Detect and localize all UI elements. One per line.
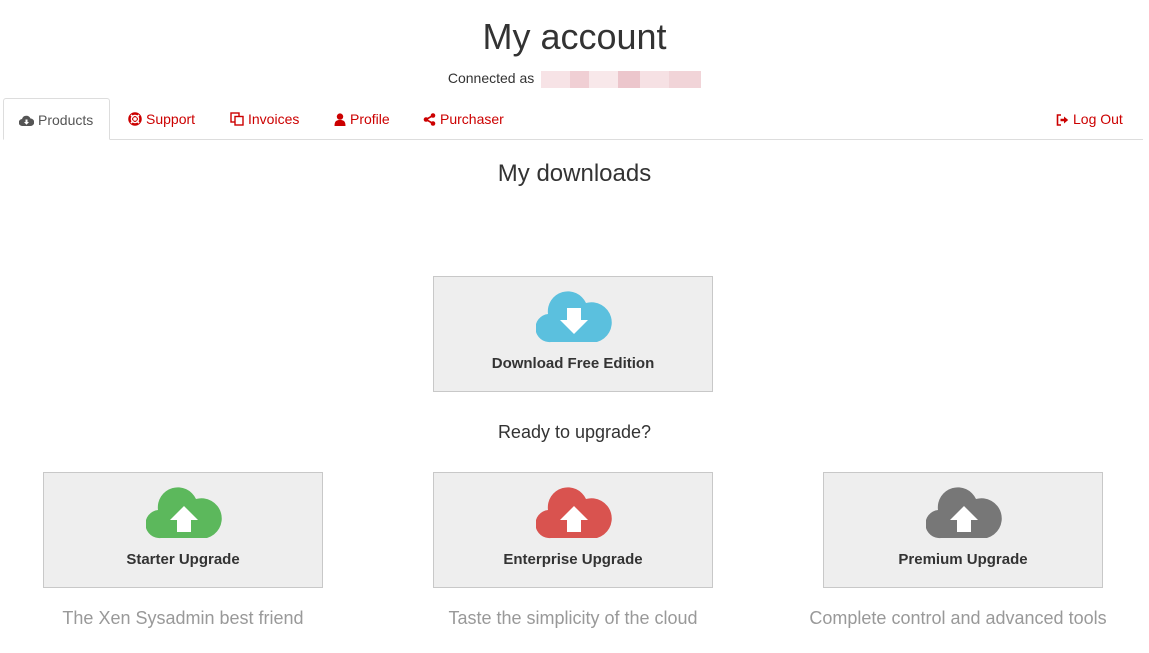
premium-tagline: Complete control and advanced tools: [809, 608, 1107, 628]
cloud-download-icon: [536, 291, 612, 343]
starter-upgrade-button[interactable]: Starter Upgrade: [43, 472, 323, 588]
tab-bar: Products Support Invoices Profile Purcha…: [3, 98, 1143, 140]
user-icon: [334, 113, 346, 126]
tab-products[interactable]: Products: [3, 98, 110, 140]
redacted-username: [541, 70, 702, 88]
tab-products-label: Products: [38, 112, 94, 128]
enterprise-tagline: Taste the simplicity of the cloud: [448, 608, 698, 628]
sign-out-icon: [1056, 114, 1069, 126]
tab-support[interactable]: Support: [128, 98, 195, 140]
enterprise-upgrade-label: Enterprise Upgrade: [503, 551, 643, 568]
life-ring-icon: [128, 112, 142, 126]
page-title: My account: [482, 16, 667, 57]
starter-upgrade-label: Starter Upgrade: [126, 551, 240, 568]
connected-as: Connected as: [0, 70, 1149, 88]
cloud-upload-icon: [146, 487, 222, 539]
share-icon: [423, 113, 436, 126]
premium-upgrade-label: Premium Upgrade: [898, 551, 1028, 568]
cloud-upload-icon: [926, 487, 1002, 539]
connected-as-label: Connected as: [447, 70, 535, 86]
premium-upgrade-button[interactable]: Premium Upgrade: [823, 472, 1103, 588]
cloud-download-icon: [18, 115, 35, 127]
tab-support-label: Support: [146, 111, 196, 127]
enterprise-upgrade-button[interactable]: Enterprise Upgrade: [433, 472, 713, 588]
copy-icon: [230, 112, 244, 126]
tab-invoices[interactable]: Invoices: [230, 98, 299, 140]
tab-log-out-label: Log Out: [1073, 111, 1123, 127]
section-title: My downloads: [497, 160, 652, 187]
tab-purchaser[interactable]: Purchaser: [423, 98, 504, 140]
upgrade-heading: Ready to upgrade?: [497, 422, 652, 442]
tab-profile-label: Profile: [350, 111, 390, 127]
starter-tagline: The Xen Sysadmin best friend: [62, 608, 304, 628]
tab-purchaser-label: Purchaser: [440, 111, 504, 127]
tab-invoices-label: Invoices: [248, 111, 300, 127]
download-free-edition-button[interactable]: Download Free Edition: [433, 276, 713, 392]
cloud-upload-icon: [536, 487, 612, 539]
tab-log-out[interactable]: Log Out: [1056, 98, 1123, 140]
download-free-edition-label: Download Free Edition: [491, 355, 655, 372]
tab-profile[interactable]: Profile: [334, 98, 390, 140]
